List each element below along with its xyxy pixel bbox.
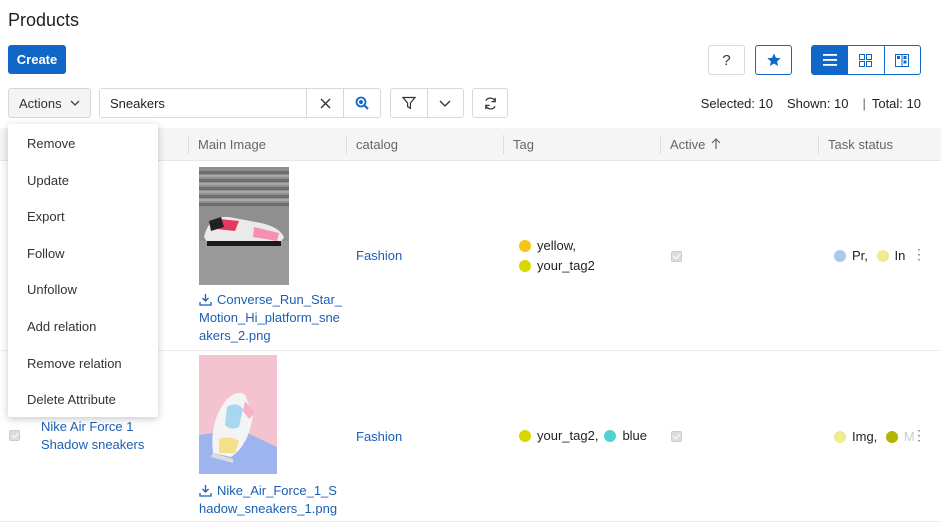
actions-label: Actions [19, 95, 62, 111]
tag-color-dot [604, 430, 617, 442]
close-icon [320, 98, 330, 108]
chevron-down-icon [70, 100, 80, 106]
status-color-dot [834, 250, 846, 262]
view-mode-group [811, 45, 921, 75]
clear-search-button[interactable] [306, 89, 343, 117]
kanban-icon [895, 53, 910, 67]
status-color-dot [834, 431, 846, 443]
column-header-task-status[interactable]: Task status [818, 128, 893, 161]
download-icon [199, 485, 212, 497]
tag-item: your_tag2, blue [519, 426, 647, 446]
actions-dropdown-menu: Remove Update Export Follow Unfollow Add… [8, 124, 158, 417]
image-file-link[interactable]: Nike_Air_Force_1_Shadow_sneakers_1.png [199, 482, 344, 518]
product-name-link[interactable]: Nike Air Force 1 Shadow sneakers [41, 418, 161, 454]
star-icon [766, 53, 781, 66]
search-icon [355, 96, 369, 110]
image-file-link[interactable]: Converse_Run_Star_Motion_Hi_platform_sne… [199, 291, 344, 345]
catalog-link[interactable]: Fashion [356, 429, 402, 444]
refresh-icon [484, 96, 496, 110]
filter-icon [401, 96, 416, 110]
tag-item: yellow, [519, 236, 595, 256]
catalog-link[interactable]: Fashion [356, 248, 402, 263]
row-select-checkbox[interactable] [9, 430, 20, 441]
chevron-down-icon [439, 100, 451, 107]
actions-button[interactable]: Actions [8, 88, 91, 118]
column-header-tag[interactable]: Tag [503, 128, 534, 161]
filter-button[interactable] [391, 89, 427, 117]
product-thumbnail[interactable] [199, 355, 277, 474]
shown-count: Shown: 10 [787, 96, 849, 111]
download-icon [199, 294, 212, 306]
menu-item-follow[interactable]: Follow [8, 236, 158, 273]
active-checkbox [671, 431, 682, 442]
tag-item: your_tag2 [519, 256, 595, 276]
grid-icon [859, 53, 873, 67]
status-color-dot [876, 250, 889, 262]
menu-item-add-relation[interactable]: Add relation [8, 309, 158, 346]
search-box [99, 88, 381, 118]
tag-color-dot [519, 430, 531, 442]
menu-item-remove-relation[interactable]: Remove relation [8, 346, 158, 383]
counts-separator: | [862, 96, 866, 111]
tag-list: your_tag2, blue [519, 426, 647, 446]
tag-list: yellow, your_tag2 [519, 236, 595, 276]
help-button[interactable]: ? [708, 45, 745, 75]
kanban-view-button[interactable] [883, 46, 920, 74]
menu-item-update[interactable]: Update [8, 163, 158, 200]
column-header-main-image[interactable]: Main Image [188, 128, 266, 161]
tag-color-dot [519, 260, 531, 272]
search-input[interactable] [100, 89, 306, 117]
active-checkbox [671, 251, 682, 262]
menu-item-remove[interactable]: Remove [8, 126, 158, 163]
record-counts: Selected: 10 Shown: 10 | Total: 10 [701, 96, 921, 111]
sort-ascending-icon [711, 138, 721, 149]
menu-item-delete-attribute[interactable]: Delete Attribute [8, 382, 158, 419]
list-icon [822, 54, 837, 66]
menu-item-export[interactable]: Export [8, 199, 158, 236]
row-actions-menu[interactable]: ⋮ [912, 427, 926, 444]
grid-view-button[interactable] [847, 46, 883, 74]
list-view-button[interactable] [812, 46, 848, 74]
help-label: ? [722, 51, 731, 69]
selected-count: Selected: 10 [700, 96, 774, 111]
status-color-dot [885, 431, 898, 443]
menu-item-unfollow[interactable]: Unfollow [8, 272, 158, 309]
row-actions-menu[interactable]: ⋮ [912, 246, 926, 263]
column-header-active[interactable]: Active [660, 128, 721, 161]
filter-dropdown-button[interactable] [426, 89, 464, 117]
total-count: Total: 10 [871, 96, 921, 111]
refresh-button[interactable] [472, 88, 508, 118]
filter-group [390, 88, 464, 118]
column-header-catalog[interactable]: catalog [346, 128, 398, 161]
page-title: Products [8, 10, 80, 30]
create-button[interactable]: Create [8, 45, 66, 74]
favorites-button[interactable] [755, 45, 792, 75]
tag-color-dot [519, 240, 531, 252]
product-thumbnail[interactable] [199, 167, 289, 285]
search-button[interactable] [343, 89, 380, 117]
